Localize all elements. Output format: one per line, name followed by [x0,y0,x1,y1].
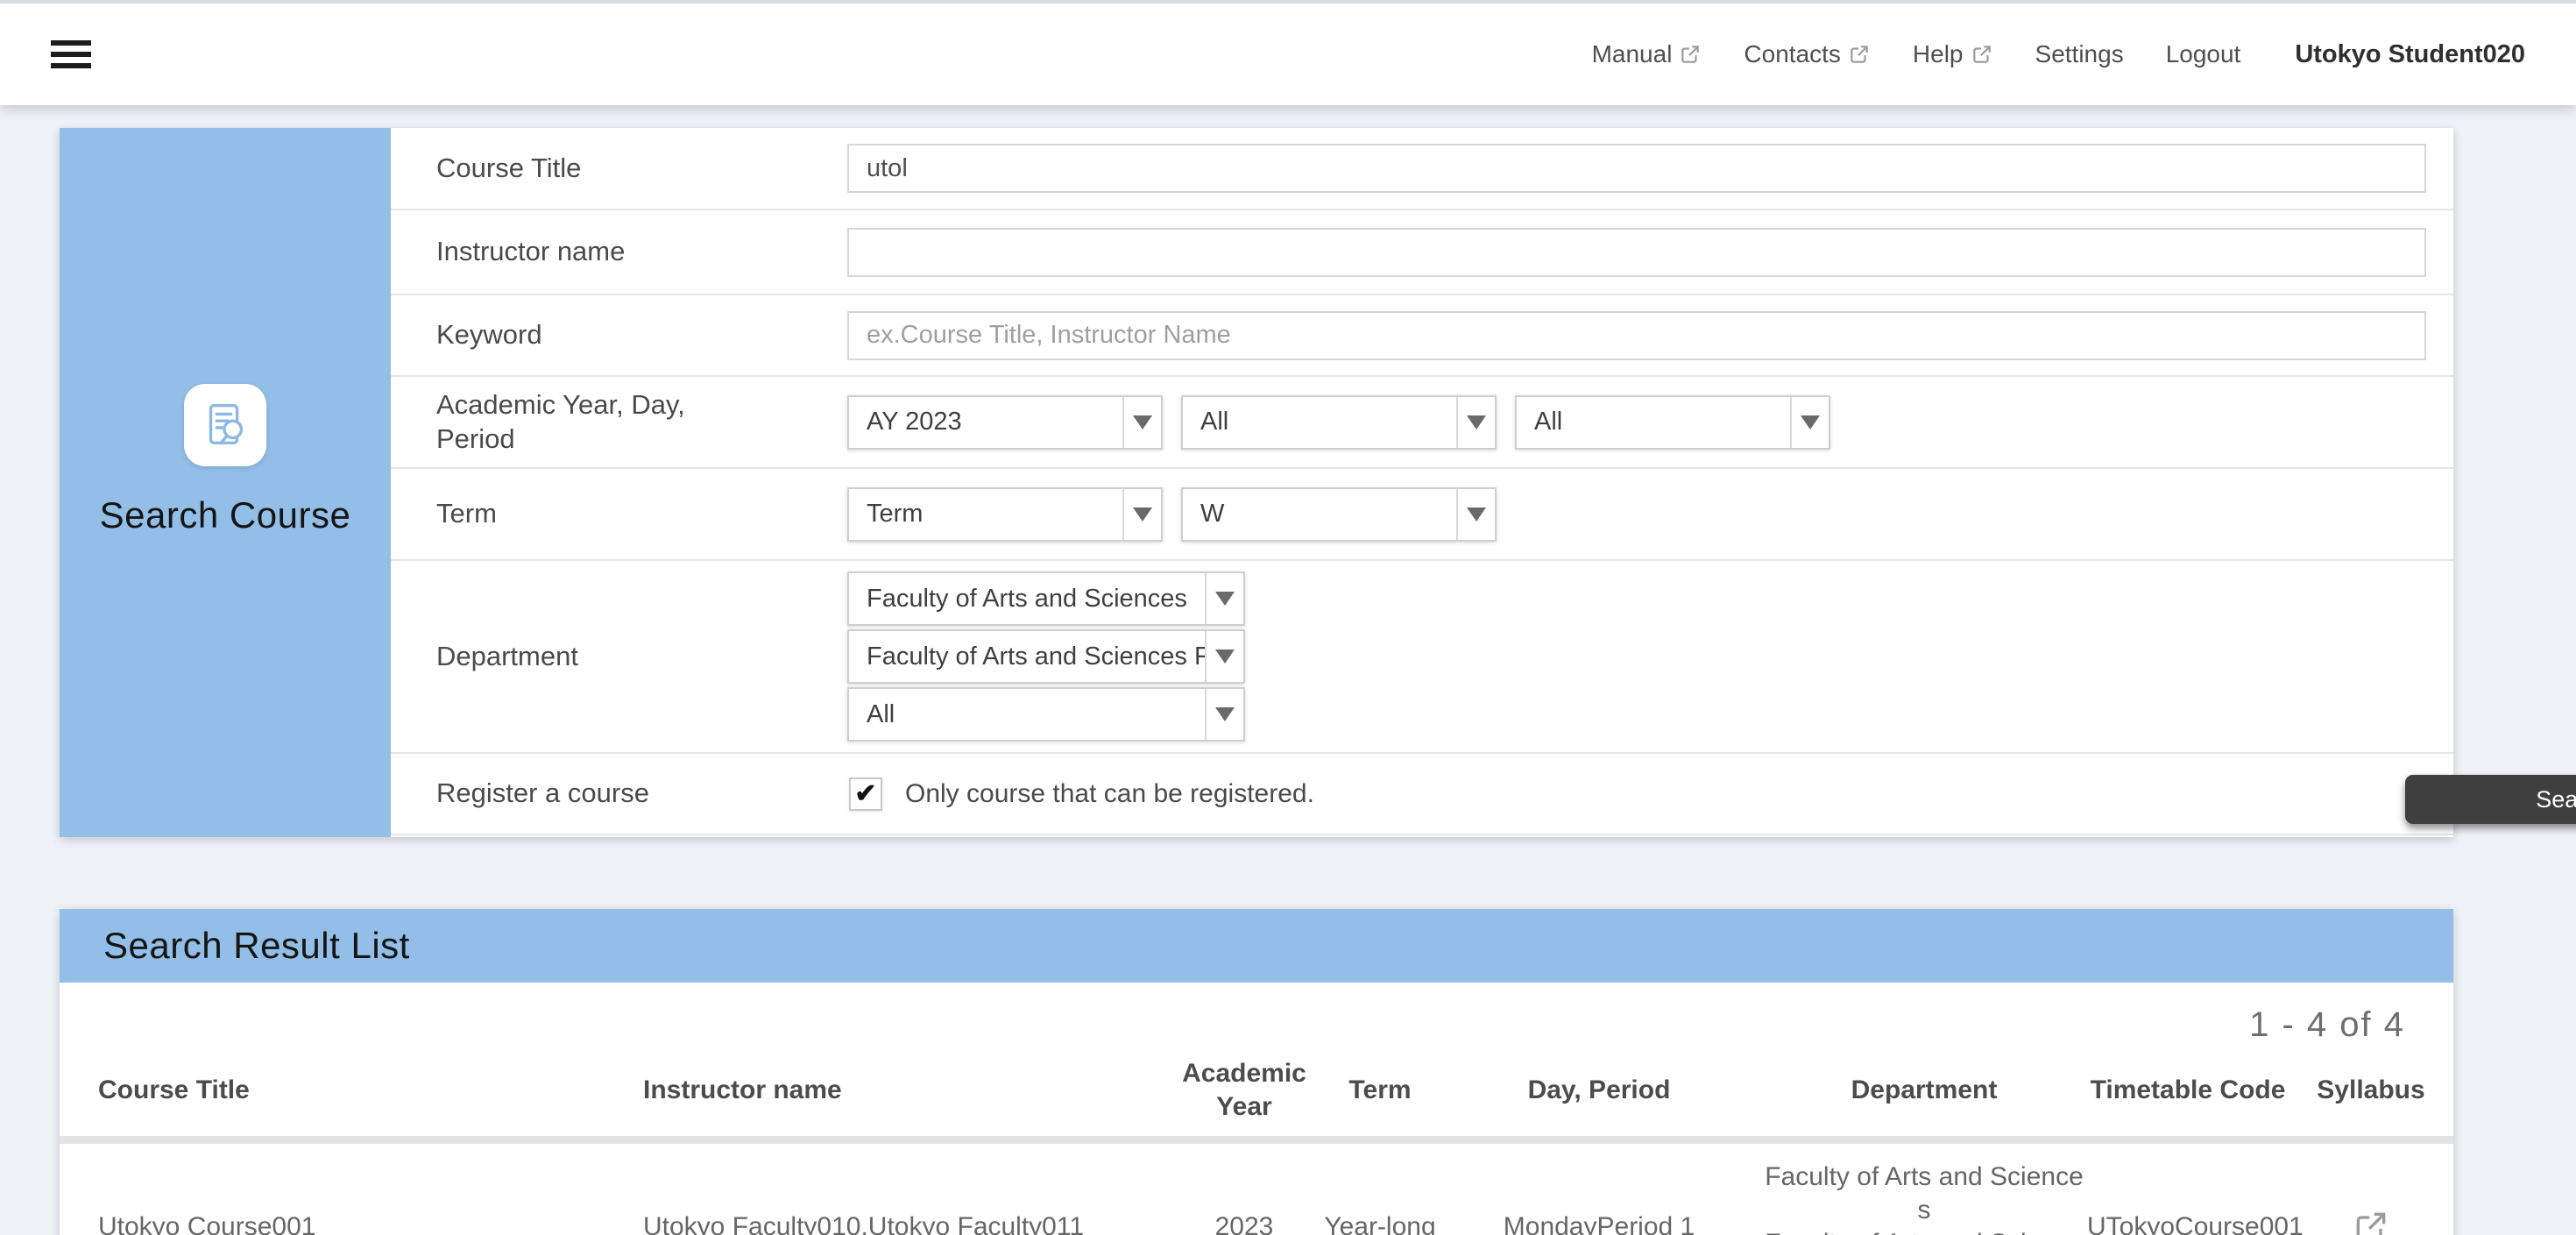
period-select[interactable]: All [1515,395,1830,450]
row-department-line1: Faculty of Arts and Sciences [1761,1160,2087,1227]
register-course-label: Register a course [436,777,649,811]
column-syllabus: Syllabus [2289,1074,2453,1107]
nav-help[interactable]: Help [1913,40,1993,68]
registerable-only-label: Only course that can be registered. [905,779,1314,809]
nav-manual[interactable]: Manual [1592,40,1702,68]
keyword-input[interactable] [847,311,2426,360]
academic-year-select[interactable]: AY 2023 [847,395,1163,450]
hamburger-menu-icon[interactable] [51,40,91,68]
department-level3-select[interactable]: All [847,687,1245,742]
keyword-label: Keyword [436,318,542,352]
academic-year-day-period-label: Academic Year, Day, Period [436,388,761,457]
form-row-department: Department Faculty of Arts and Sciences … [391,561,2453,754]
chevron-down-icon[interactable] [1205,631,1243,682]
course-search-page: Manual Contacts Help Settings Logout Uto… [0,0,2576,1235]
logged-in-username: Utokyo Student020 [2295,40,2525,69]
syllabus-external-link-icon[interactable] [2352,1208,2390,1235]
table-header-divider [60,1136,2453,1144]
form-row-keyword: Keyword [391,295,2453,377]
external-link-icon [1679,43,1702,66]
column-term: Term [1323,1074,1437,1107]
row-academic-year: 2023 [1165,1210,1323,1235]
search-form: Course Title Instructor name Keyword Aca… [391,128,2453,837]
department-label: Department [436,640,578,674]
course-search-icon [184,384,266,466]
course-title-input[interactable] [847,144,2426,193]
term-type-select[interactable]: Term [847,487,1163,542]
form-row-year-day-period: Academic Year, Day, Period AY 2023 All A… [391,377,2453,469]
course-title-label: Course Title [436,152,581,186]
day-select[interactable]: All [1181,395,1497,450]
instructor-name-label: Instructor name [436,235,625,269]
nav-contacts[interactable]: Contacts [1744,40,1871,68]
column-academic-year: Academic Year [1165,1057,1323,1124]
row-term: Year-long [1323,1210,1437,1235]
result-table-header: Course Title Instructor name Academic Ye… [60,1045,2453,1136]
column-day-period: Day, Period [1437,1074,1761,1107]
row-department-line2: Faculty of Arts and Sciences [1761,1227,2087,1235]
registerable-only-checkbox[interactable] [849,777,882,811]
search-course-sidebar: Search Course [60,128,391,837]
department-level2-select[interactable]: Faculty of Arts and Sciences F... [847,629,1245,684]
row-department: Faculty of Arts and Sciences Faculty of … [1761,1160,2087,1235]
row-day-period: MondayPeriod 1 [1437,1210,1761,1235]
form-row-instructor: Instructor name [391,210,2453,295]
chevron-down-icon[interactable] [1205,689,1243,740]
row-timetable-code: UTokyoCourse001 [2087,1210,2289,1235]
form-row-course-title: Course Title [391,128,2453,210]
chevron-down-icon[interactable] [1790,397,1829,448]
search-result-panel: Search Result List 1 - 4 of 4 Course Tit… [60,909,2453,1235]
row-course-title[interactable]: Utokyo Course001 [60,1210,643,1235]
nav-logout[interactable]: Logout [2166,40,2241,68]
panel-title: Search Course [100,494,351,536]
table-row: Utokyo Course001 Utokyo Faculty010,Utoky… [60,1144,2453,1235]
search-course-panel: Search Course Course Title Instructor na… [60,128,2453,837]
department-level1-select[interactable]: Faculty of Arts and Sciences [847,571,1245,626]
chevron-down-icon[interactable] [1456,489,1495,540]
chevron-down-icon[interactable] [1205,573,1243,624]
external-link-icon [1971,43,1993,66]
term-label: Term [436,497,497,531]
external-link-icon [1848,43,1871,66]
top-header: Manual Contacts Help Settings Logout Uto… [0,0,2576,105]
result-count: 1 - 4 of 4 [60,1005,2453,1045]
chevron-down-icon[interactable] [1122,397,1161,448]
column-instructor: Instructor name [643,1074,1165,1107]
search-result-title: Search Result List [103,925,410,967]
nav-help-label: Help [1913,40,1964,68]
form-row-term: Term Term W [391,469,2453,561]
nav-settings-label: Settings [2035,40,2124,68]
nav-contacts-label: Contacts [1744,40,1841,68]
instructor-name-input[interactable] [847,228,2426,277]
column-course-title: Course Title [60,1074,643,1107]
column-timetable-code: Timetable Code [2087,1074,2289,1107]
row-instructor-name: Utokyo Faculty010,Utokyo Faculty011 [643,1210,1165,1235]
chevron-down-icon[interactable] [1456,397,1495,448]
top-navigation: Manual Contacts Help Settings Logout Uto… [1592,40,2525,69]
term-value-select[interactable]: W [1181,487,1497,542]
nav-manual-label: Manual [1592,40,1673,68]
search-button[interactable]: Search [2405,775,2576,824]
chevron-down-icon[interactable] [1122,489,1161,540]
nav-logout-label: Logout [2166,40,2241,68]
search-result-header: Search Result List [60,909,2453,983]
form-row-register: Register a course Only course that can b… [391,754,2453,835]
nav-settings[interactable]: Settings [2035,40,2124,68]
column-department: Department [1761,1074,2087,1107]
